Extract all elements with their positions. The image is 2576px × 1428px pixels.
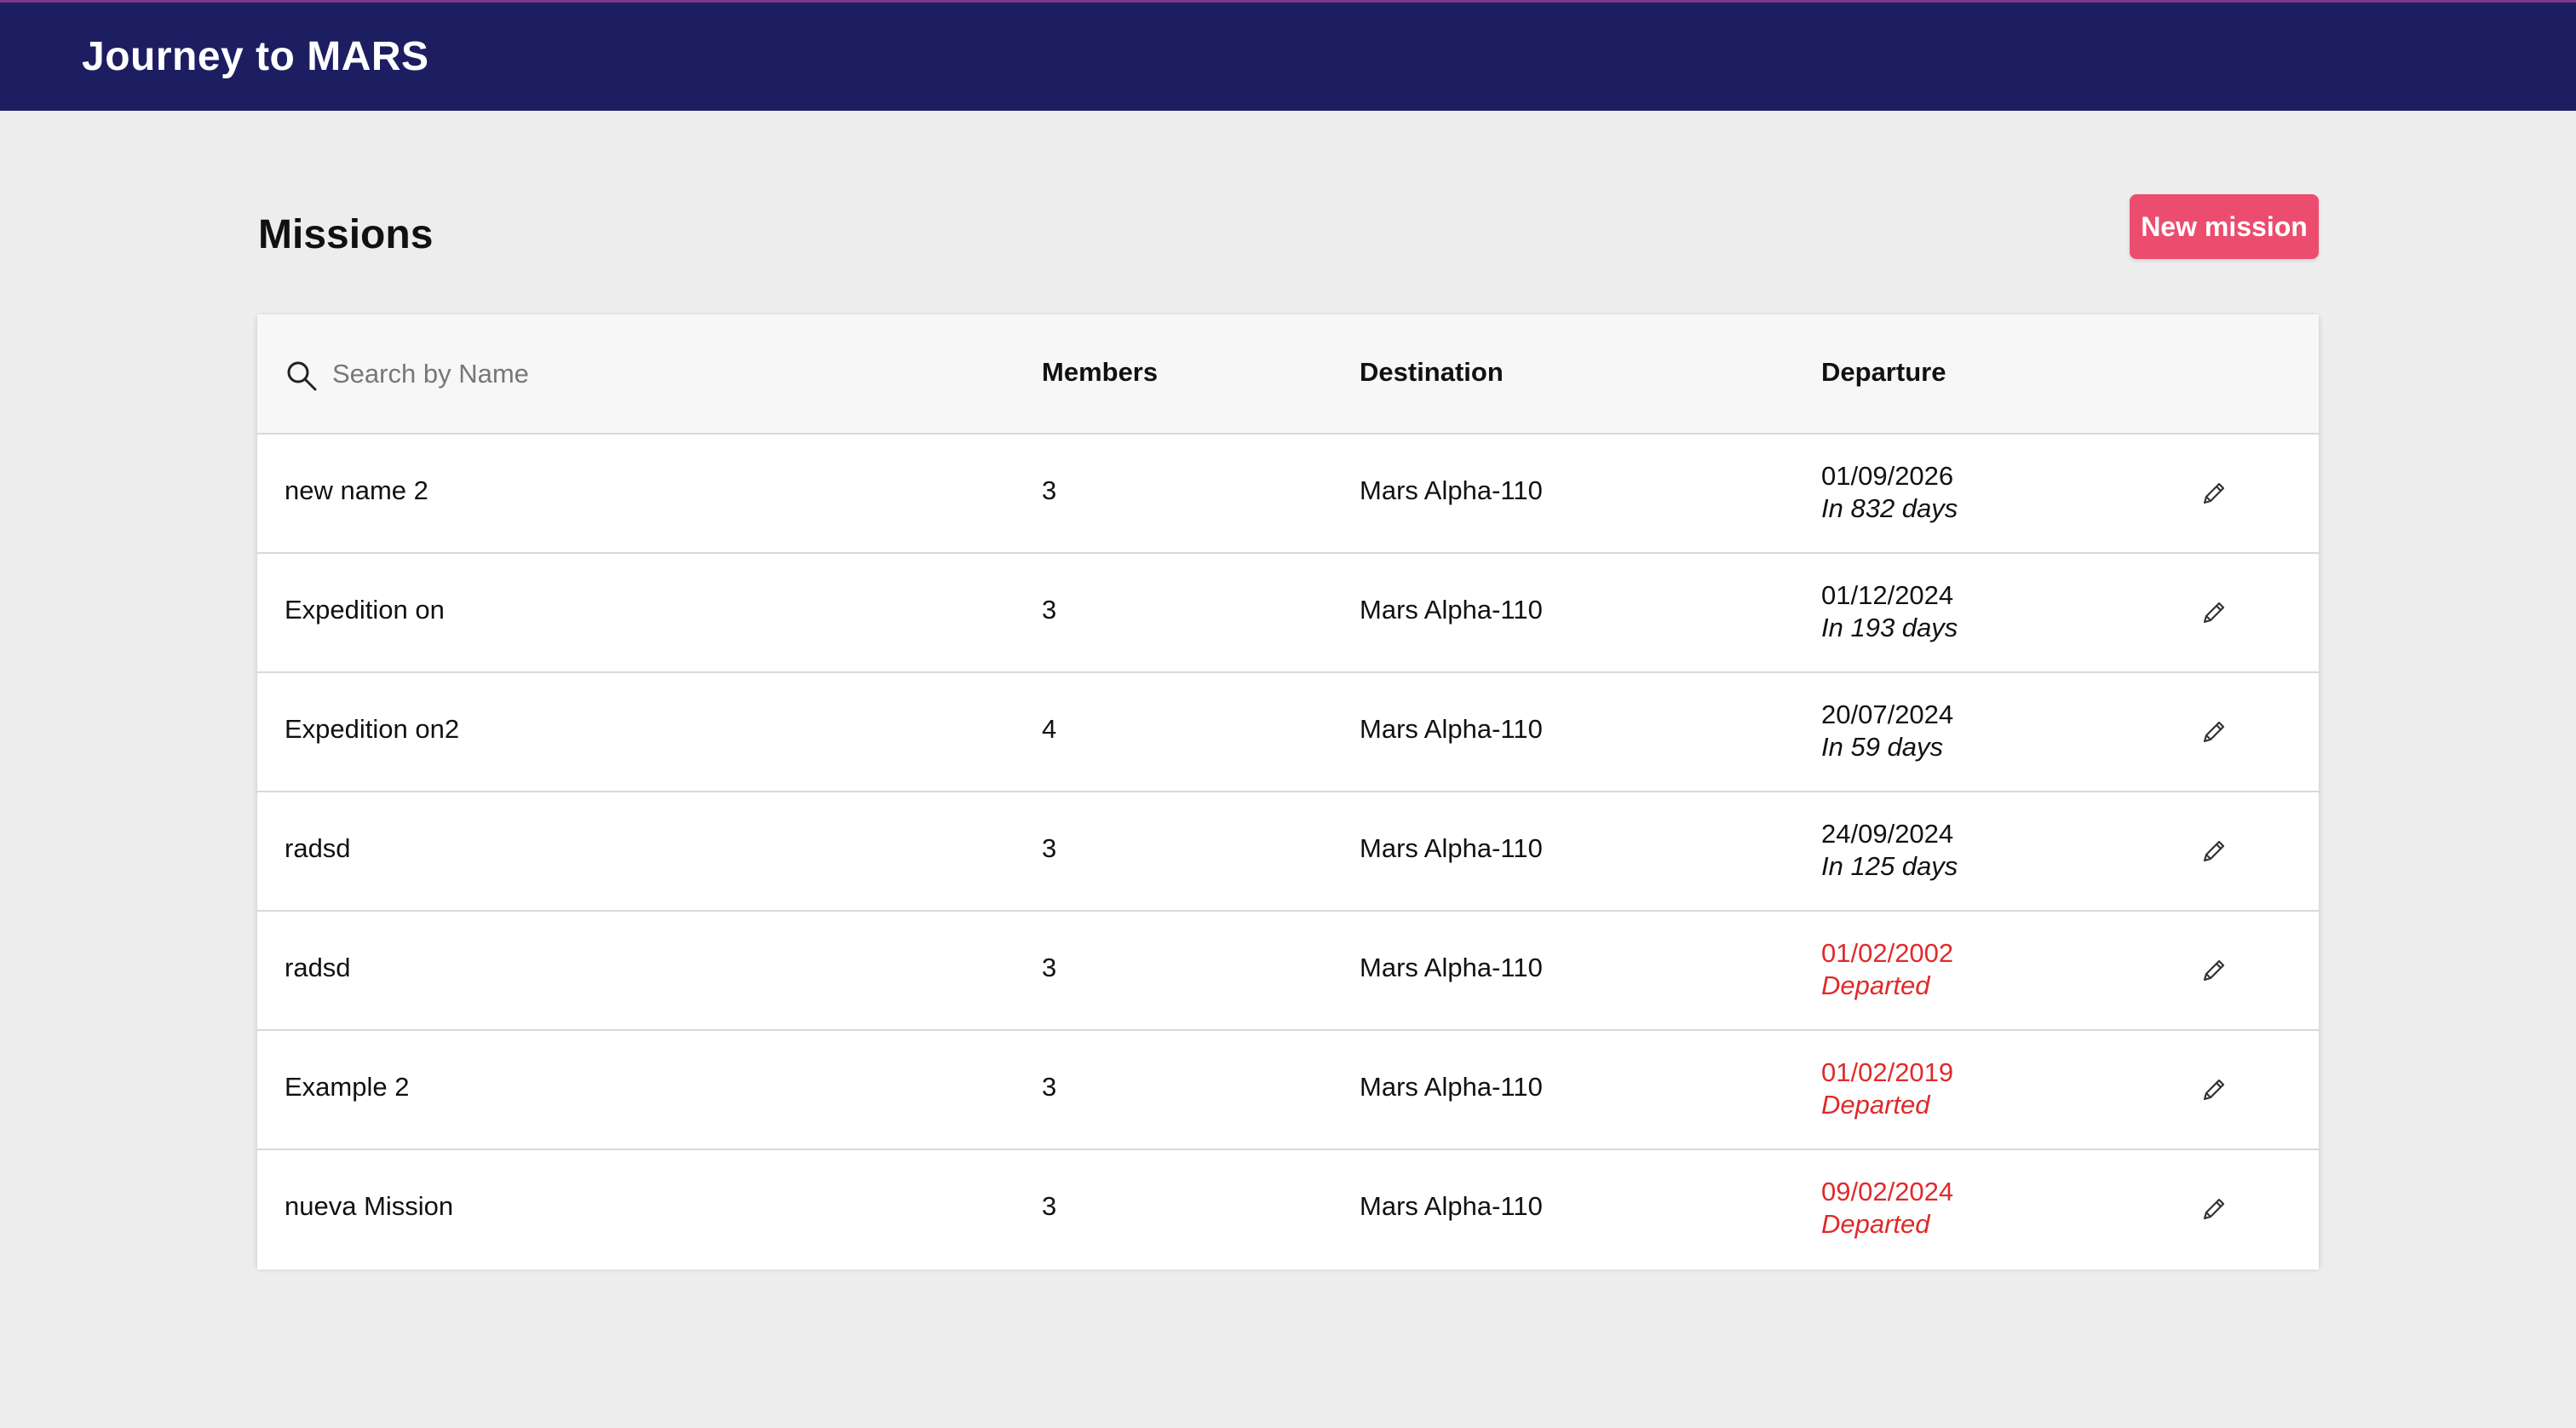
departure-date: 24/09/2024 <box>1821 819 1954 849</box>
mission-members: 3 <box>1042 1072 1057 1102</box>
edit-mission-button[interactable] <box>2193 1068 2235 1111</box>
mission-name: Expedition on2 <box>285 714 460 744</box>
edit-mission-button[interactable] <box>2193 949 2235 992</box>
departure-status: Departed <box>1821 1090 1930 1120</box>
column-header-departure: Departure <box>1821 357 1946 387</box>
departure-status: In 59 days <box>1821 732 1944 762</box>
edit-mission-button[interactable] <box>2193 830 2235 872</box>
mission-members: 4 <box>1042 714 1057 744</box>
mission-members: 3 <box>1042 1191 1057 1221</box>
mission-departure: 01/02/2019 Departed <box>1821 1057 1953 1121</box>
table-row[interactable]: Expedition on 3 Mars Alpha-110 01/12/2024 In… <box>257 554 2319 673</box>
mission-destination: Mars Alpha-110 <box>1360 953 1543 982</box>
mission-name: new name 2 <box>285 475 428 505</box>
mission-departure: 01/09/2026 In 832 days <box>1821 460 1958 525</box>
departure-date: 01/09/2026 <box>1821 461 1954 491</box>
mission-departure: 09/02/2024 Departed <box>1821 1176 1953 1241</box>
departure-date: 09/02/2024 <box>1821 1177 1954 1206</box>
mission-destination: Mars Alpha-110 <box>1360 595 1543 625</box>
page-title: Missions <box>258 212 434 257</box>
table-row[interactable]: nueva Mission 3 Mars Alpha-110 09/02/2024 De… <box>257 1150 2319 1270</box>
table-row[interactable]: Expedition on2 4 Mars Alpha-110 20/07/2024 I… <box>257 673 2319 792</box>
departure-status: In 193 days <box>1821 613 1958 642</box>
pencil-icon <box>2203 840 2225 862</box>
search-input[interactable] <box>332 352 929 396</box>
mission-departure: 24/09/2024 In 125 days <box>1821 818 1958 883</box>
mission-destination: Mars Alpha-110 <box>1360 475 1543 505</box>
column-header-destination: Destination <box>1360 357 1504 387</box>
pencil-icon <box>2203 602 2225 624</box>
departure-date: 20/07/2024 <box>1821 700 1954 729</box>
table-row[interactable]: radsd 3 Mars Alpha-110 24/09/2024 In 125 day… <box>257 792 2319 912</box>
departure-date: 01/12/2024 <box>1821 580 1954 610</box>
edit-mission-button[interactable] <box>2193 472 2235 515</box>
departure-status: In 125 days <box>1821 851 1958 881</box>
mission-destination: Mars Alpha-110 <box>1360 714 1543 744</box>
app-title: Journey to MARS <box>82 34 429 79</box>
pencil-icon <box>2203 721 2225 743</box>
missions-table: Members Destination Departure new name 2… <box>257 314 2319 1270</box>
table-row[interactable]: Example 2 3 Mars Alpha-110 01/02/2019 Depart… <box>257 1031 2319 1150</box>
edit-mission-button[interactable] <box>2193 1188 2235 1230</box>
mission-name: Example 2 <box>285 1072 410 1102</box>
mission-name: radsd <box>285 953 351 982</box>
new-mission-button[interactable]: New mission <box>2130 194 2319 259</box>
table-row[interactable]: radsd 3 Mars Alpha-110 01/02/2002 Departed <box>257 912 2319 1031</box>
table-header: Members Destination Departure <box>257 314 2319 435</box>
mission-destination: Mars Alpha-110 <box>1360 833 1543 863</box>
departure-date: 01/02/2002 <box>1821 938 1954 968</box>
mission-members: 3 <box>1042 833 1057 863</box>
pencil-icon <box>2203 482 2225 504</box>
departure-status: Departed <box>1821 1209 1930 1239</box>
mission-name: Expedition on <box>285 595 445 625</box>
pencil-icon <box>2203 1198 2225 1220</box>
departure-date: 01/02/2019 <box>1821 1057 1954 1087</box>
mission-departure: 01/12/2024 In 193 days <box>1821 579 1958 644</box>
pencil-icon <box>2203 1079 2225 1101</box>
search-icon <box>287 361 317 391</box>
edit-mission-button[interactable] <box>2193 711 2235 753</box>
pencil-icon <box>2203 959 2225 982</box>
mission-members: 3 <box>1042 595 1057 625</box>
table-row[interactable]: new name 2 3 Mars Alpha-110 01/09/2026 In 83… <box>257 435 2319 554</box>
mission-departure: 01/02/2002 Departed <box>1821 937 1953 1002</box>
column-header-members: Members <box>1042 357 1159 387</box>
departure-status: In 832 days <box>1821 493 1958 523</box>
mission-members: 3 <box>1042 475 1057 505</box>
mission-name: radsd <box>285 833 351 863</box>
mission-members: 3 <box>1042 953 1057 982</box>
mission-destination: Mars Alpha-110 <box>1360 1072 1543 1102</box>
mission-destination: Mars Alpha-110 <box>1360 1191 1543 1221</box>
mission-departure: 20/07/2024 In 59 days <box>1821 699 1953 763</box>
mission-name: nueva Mission <box>285 1191 454 1221</box>
edit-mission-button[interactable] <box>2193 591 2235 634</box>
departure-status: Departed <box>1821 970 1930 1000</box>
top-app-bar: Journey to MARS <box>0 0 2576 111</box>
